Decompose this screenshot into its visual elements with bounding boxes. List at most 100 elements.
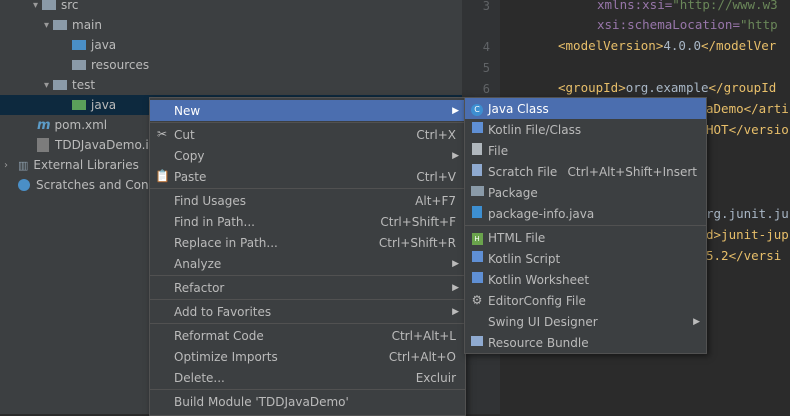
code-line[interactable]: d>junit-jup bbox=[706, 227, 789, 242]
library-icon: ▥ bbox=[18, 158, 29, 172]
menu-item-shortcut: Ctrl+Alt+Shift+Insert bbox=[567, 164, 697, 179]
code-tag: d>junit-jup bbox=[706, 227, 789, 242]
submenu-item-file[interactable]: File bbox=[465, 140, 706, 161]
kotlin-script-icon bbox=[470, 251, 484, 265]
code-line[interactable]: xmlns:xsi="http://www.w3 bbox=[597, 0, 778, 12]
expand-arrow-icon[interactable]: ▾ bbox=[0, 0, 42, 11]
tree-item-test[interactable]: ▾ test bbox=[0, 75, 462, 95]
menu-item-shortcut: Ctrl+V bbox=[416, 169, 456, 184]
code-line[interactable]: xsi:schemaLocation="http bbox=[597, 17, 778, 32]
menu-item-reformat-code[interactable]: Reformat Code Ctrl+Alt+L bbox=[150, 325, 465, 346]
menu-item-find-usages[interactable]: Find Usages Alt+F7 bbox=[150, 190, 465, 211]
menu-item-optimize-imports[interactable]: Optimize Imports Ctrl+Alt+O bbox=[150, 346, 465, 367]
menu-separator bbox=[150, 275, 465, 276]
submenu-arrow-icon: ▶ bbox=[452, 150, 459, 161]
menu-item-label: Analyze bbox=[174, 256, 222, 271]
menu-item-replace-in-path[interactable]: Replace in Path... Ctrl+Shift+R bbox=[150, 232, 465, 253]
submenu-arrow-icon: ▶ bbox=[452, 105, 459, 116]
submenu-arrow-icon: ▶ bbox=[693, 316, 700, 327]
resource-bundle-icon bbox=[470, 335, 484, 349]
menu-item-label: Paste bbox=[174, 169, 207, 184]
code-text: rg.junit.ju bbox=[706, 206, 789, 221]
tree-item-label: TDDJavaDemo.iml bbox=[55, 138, 164, 152]
submenu-item-kotlin-script[interactable]: Kotlin Script bbox=[465, 248, 706, 269]
code-line[interactable]: aDemo</arti bbox=[706, 101, 789, 116]
submenu-item-package-info[interactable]: package-info.java bbox=[465, 203, 706, 224]
submenu-item-package[interactable]: Package bbox=[465, 182, 706, 203]
code-line[interactable]: rg.junit.ju bbox=[706, 206, 789, 221]
menu-item-shortcut: Alt+F7 bbox=[415, 193, 456, 208]
menu-item-analyze[interactable]: Analyze ▶ bbox=[150, 253, 465, 274]
menu-item-shortcut: Ctrl+X bbox=[416, 127, 456, 142]
code-text: org.example bbox=[625, 80, 709, 95]
menu-item-paste[interactable]: 📋 Paste Ctrl+V bbox=[150, 166, 465, 187]
menu-item-label: Scratch File bbox=[488, 164, 558, 179]
code-tag: </modelVer bbox=[701, 38, 777, 53]
maven-icon: m bbox=[37, 117, 51, 133]
tree-item-resources[interactable]: resources bbox=[0, 55, 462, 75]
menu-item-label: Kotlin Worksheet bbox=[488, 272, 590, 287]
menu-item-label: Add to Favorites bbox=[174, 304, 272, 319]
code-line[interactable]: 5.2</versi bbox=[706, 248, 781, 263]
submenu-item-swing-ui-designer[interactable]: Swing UI Designer ▶ bbox=[465, 311, 706, 332]
menu-item-build-module[interactable]: Build Module 'TDDJavaDemo' bbox=[150, 391, 465, 412]
submenu-item-editorconfig[interactable]: ⚙ EditorConfig File bbox=[465, 290, 706, 311]
code-attr: xsi:schemaLocation= bbox=[597, 17, 740, 32]
code-tag: 5.2</versi bbox=[706, 248, 782, 263]
menu-item-cut[interactable]: ✂ Cut Ctrl+X bbox=[150, 124, 465, 145]
menu-separator bbox=[465, 225, 706, 226]
tree-item-label: java bbox=[91, 38, 117, 52]
menu-item-refactor[interactable]: Refactor ▶ bbox=[150, 277, 465, 298]
menu-item-label: New bbox=[174, 103, 201, 118]
code-line[interactable]: HOT</versio bbox=[706, 122, 789, 137]
submenu-item-html-file[interactable]: H HTML File bbox=[465, 227, 706, 248]
code-attr: xmlns:xsi= bbox=[597, 0, 673, 12]
menu-item-label: Replace in Path... bbox=[174, 235, 278, 250]
file-icon bbox=[470, 143, 484, 157]
menu-item-new[interactable]: New ▶ bbox=[150, 100, 465, 121]
tree-item-src[interactable]: ▾ src bbox=[0, 0, 462, 15]
gear-icon: ⚙ bbox=[471, 293, 483, 307]
module-file-icon bbox=[37, 138, 49, 152]
menu-item-shortcut: Ctrl+Shift+F bbox=[380, 214, 456, 229]
submenu-item-scratch-file[interactable]: Scratch File Ctrl+Alt+Shift+Insert bbox=[465, 161, 706, 182]
scissors-icon: ✂ bbox=[156, 127, 168, 141]
submenu-item-kotlin-worksheet[interactable]: Kotlin Worksheet bbox=[465, 269, 706, 290]
code-line[interactable]: <groupId>org.example</groupId bbox=[558, 80, 776, 95]
code-tag: <modelVersion> bbox=[558, 38, 664, 53]
menu-separator bbox=[150, 188, 465, 189]
menu-item-shortcut: Ctrl+Alt+L bbox=[391, 328, 456, 343]
menu-item-add-to-favorites[interactable]: Add to Favorites ▶ bbox=[150, 301, 465, 322]
expand-arrow-icon[interactable]: ▾ bbox=[0, 80, 53, 91]
submenu-item-kotlin-file[interactable]: Kotlin File/Class bbox=[465, 119, 706, 140]
tree-item-main-java[interactable]: java bbox=[0, 35, 462, 55]
menu-item-label: Delete... bbox=[174, 370, 225, 385]
tree-item-label: src bbox=[61, 0, 79, 12]
tree-item-main[interactable]: ▾ main bbox=[0, 15, 462, 35]
expand-arrow-icon[interactable]: › bbox=[0, 160, 12, 171]
menu-item-delete[interactable]: Delete... Excluir bbox=[150, 367, 465, 388]
code-line[interactable]: <modelVersion>4.0.0</modelVer bbox=[558, 38, 776, 53]
menu-item-shortcut: Ctrl+Alt+O bbox=[388, 349, 456, 364]
code-string: "http bbox=[740, 17, 778, 32]
menu-item-find-in-path[interactable]: Find in Path... Ctrl+Shift+F bbox=[150, 211, 465, 232]
line-number: 4 bbox=[482, 40, 490, 54]
menu-item-label: Build Module 'TDDJavaDemo' bbox=[174, 394, 349, 409]
menu-separator bbox=[150, 323, 465, 324]
menu-item-label: Resource Bundle bbox=[488, 335, 589, 350]
menu-item-label: EditorConfig File bbox=[488, 293, 586, 308]
menu-item-label: package-info.java bbox=[488, 206, 595, 221]
menu-item-label: Java Class bbox=[488, 101, 549, 116]
menu-item-label: Reformat Code bbox=[174, 328, 264, 343]
submenu-arrow-icon: ▶ bbox=[452, 282, 459, 293]
submenu-item-resource-bundle[interactable]: Resource Bundle bbox=[465, 332, 706, 353]
kotlin-icon bbox=[470, 122, 484, 136]
menu-item-label: Copy bbox=[174, 148, 205, 163]
menu-item-copy[interactable]: Copy ▶ bbox=[150, 145, 465, 166]
submenu-item-java-class[interactable]: C Java Class bbox=[465, 98, 706, 119]
code-string: "http://www.w3 bbox=[672, 0, 778, 12]
expand-arrow-icon[interactable]: ▾ bbox=[0, 20, 53, 31]
tree-item-label: resources bbox=[91, 58, 150, 72]
source-folder-icon bbox=[72, 40, 86, 50]
resources-folder-icon bbox=[72, 60, 86, 70]
